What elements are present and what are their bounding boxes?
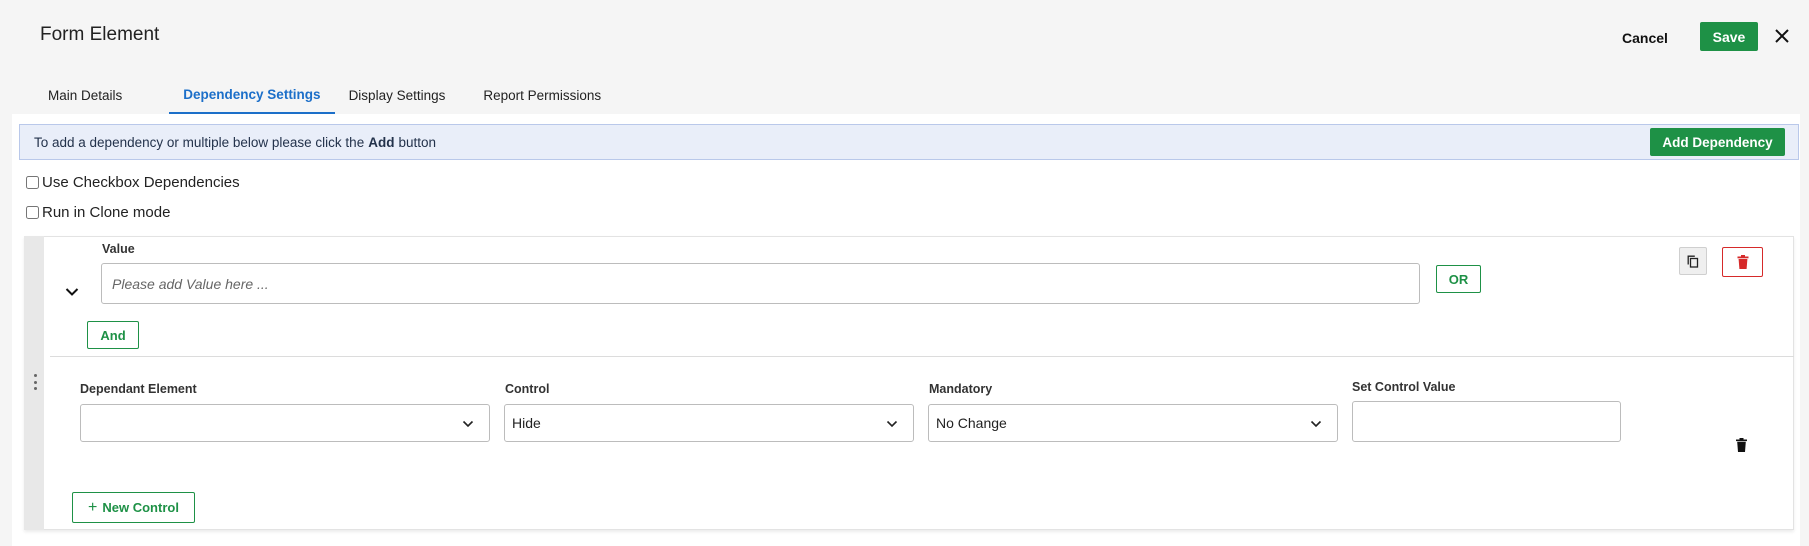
trash-icon bbox=[1737, 255, 1748, 269]
tab-dependency-settings[interactable]: Dependency Settings bbox=[169, 76, 335, 114]
chevron-down-icon bbox=[461, 417, 475, 431]
plus-icon: + bbox=[88, 498, 98, 516]
tab-main-details[interactable]: Main Details bbox=[34, 76, 136, 114]
trash-icon[interactable] bbox=[1734, 437, 1748, 453]
control-select[interactable]: Hide bbox=[504, 404, 914, 442]
clone-mode-row[interactable]: Run in Clone mode bbox=[26, 204, 170, 221]
copy-icon[interactable] bbox=[1679, 247, 1707, 275]
checkbox-dependencies-label: Use Checkbox Dependencies bbox=[42, 174, 240, 191]
divider bbox=[50, 356, 1794, 357]
new-control-button[interactable]: + New Control bbox=[72, 492, 195, 523]
info-text-after: button bbox=[398, 134, 436, 150]
new-control-label: New Control bbox=[102, 500, 179, 515]
control-label: Control bbox=[505, 382, 550, 396]
close-icon[interactable] bbox=[1770, 24, 1794, 48]
set-control-value-input[interactable] bbox=[1352, 401, 1621, 442]
mandatory-label: Mandatory bbox=[929, 382, 993, 396]
mandatory-value: No Change bbox=[936, 415, 1007, 431]
or-button[interactable]: OR bbox=[1436, 265, 1481, 293]
checkbox-dependencies-checkbox[interactable] bbox=[26, 176, 39, 189]
page-title: Form Element bbox=[40, 24, 160, 45]
clone-mode-label: Run in Clone mode bbox=[42, 204, 171, 221]
info-text-bold: Add bbox=[368, 134, 395, 150]
add-dependency-button[interactable]: Add Dependency bbox=[1650, 128, 1785, 156]
tab-display-settings[interactable]: Display Settings bbox=[335, 76, 460, 114]
chevron-down-icon bbox=[885, 417, 899, 431]
control-value: Hide bbox=[512, 415, 541, 431]
clone-mode-checkbox[interactable] bbox=[26, 206, 39, 219]
value-label: Value bbox=[102, 242, 135, 256]
delete-dependency-button[interactable] bbox=[1722, 247, 1763, 277]
tab-report-permissions[interactable]: Report Permissions bbox=[469, 76, 615, 114]
info-banner: To add a dependency or multiple below pl… bbox=[19, 124, 1799, 160]
collapse-chevron-icon[interactable] bbox=[62, 282, 82, 302]
and-button[interactable]: And bbox=[87, 321, 139, 349]
dependant-element-label: Dependant Element bbox=[80, 382, 197, 396]
tab-bar: Main Details Dependency Settings Display… bbox=[34, 76, 615, 114]
save-button[interactable]: Save bbox=[1700, 22, 1758, 51]
set-control-value-label: Set Control Value bbox=[1352, 380, 1456, 394]
chevron-down-icon bbox=[1309, 417, 1323, 431]
drag-handle-icon[interactable] bbox=[33, 374, 37, 390]
dependant-element-select[interactable] bbox=[80, 404, 490, 442]
mandatory-select[interactable]: No Change bbox=[928, 404, 1338, 442]
info-text-before: To add a dependency or multiple below pl… bbox=[34, 134, 365, 150]
checkbox-dependencies-row[interactable]: Use Checkbox Dependencies bbox=[26, 174, 240, 191]
cancel-button[interactable]: Cancel bbox=[1610, 25, 1680, 51]
value-input[interactable] bbox=[101, 263, 1420, 304]
